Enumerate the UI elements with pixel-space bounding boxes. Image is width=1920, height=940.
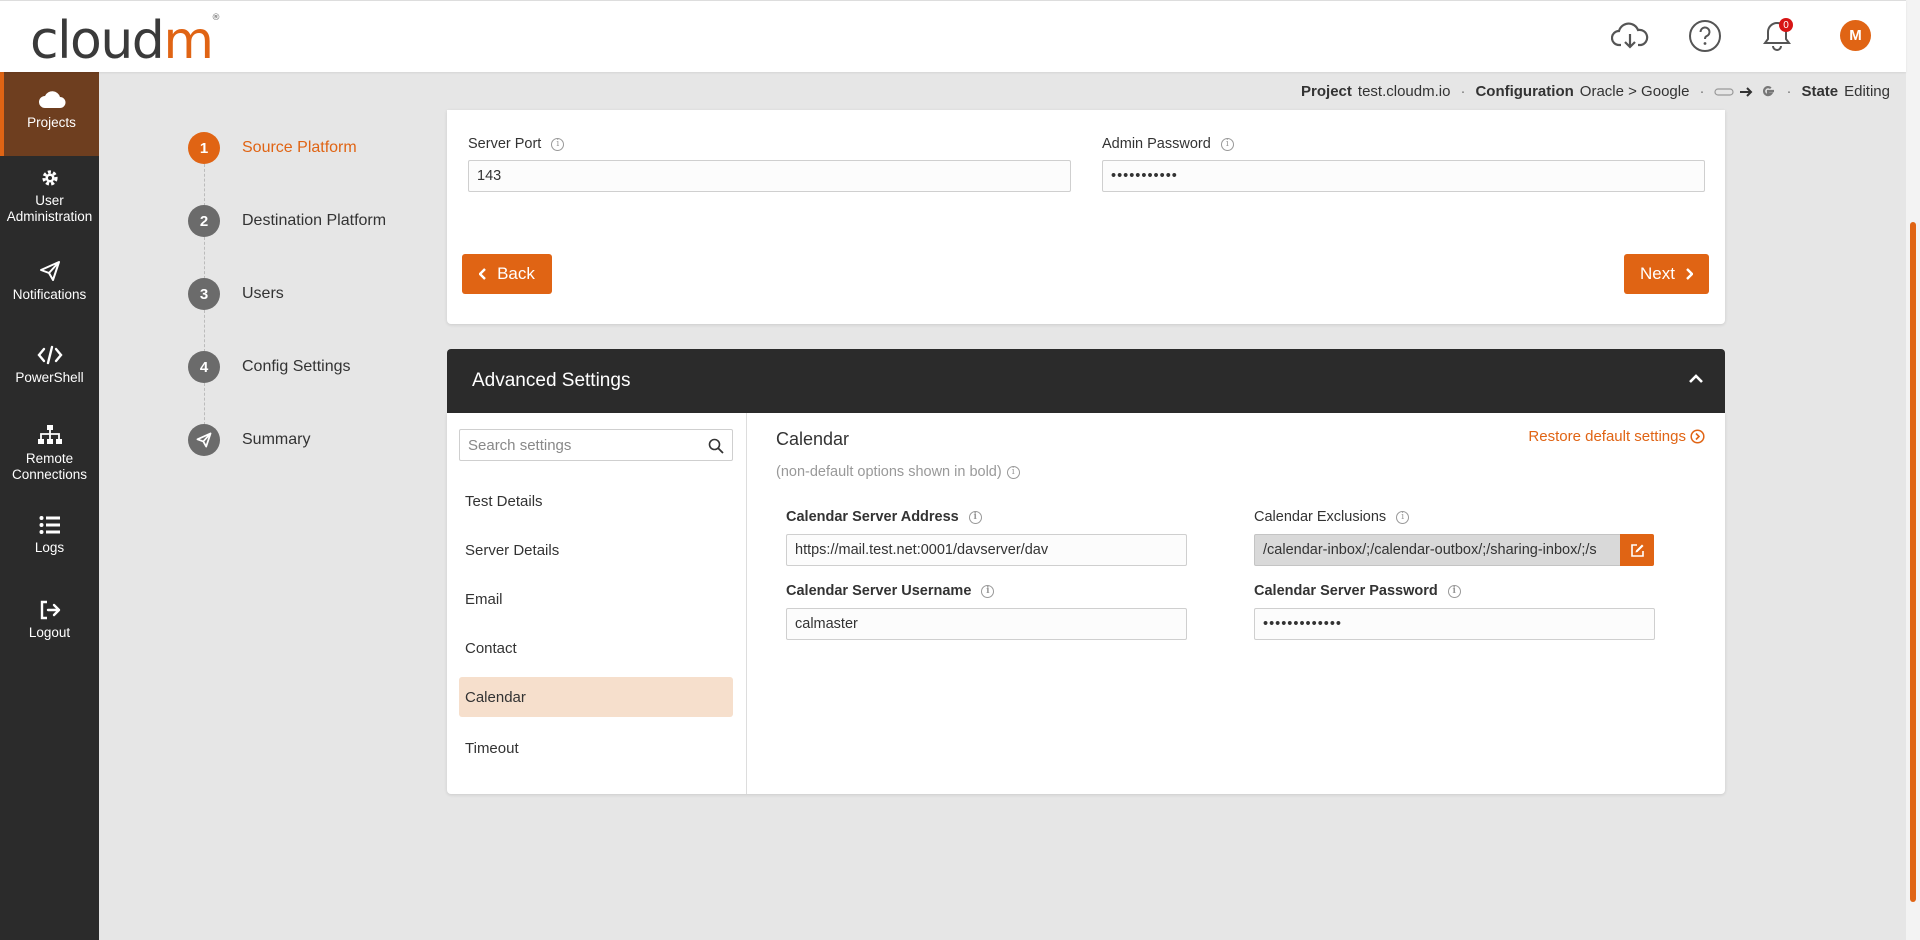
cloud-download-icon[interactable] <box>1610 18 1650 54</box>
circle-chevron-right-icon <box>1690 429 1705 444</box>
top-bar: cloudm ® 0 M <box>0 0 1906 72</box>
paper-plane-icon <box>39 261 60 281</box>
state-value: Editing <box>1844 83 1890 100</box>
calendar-server-address-label: Calendar Server Address i <box>786 509 982 525</box>
restore-defaults-link[interactable]: Restore default settings <box>1528 428 1705 445</box>
calendar-server-address-input[interactable]: https://mail.test.net:0001/davserver/dav <box>786 534 1187 566</box>
settings-item-email[interactable]: Email <box>459 579 733 619</box>
info-icon[interactable]: i <box>551 137 565 151</box>
sidebar-item-logs[interactable]: Logs <box>0 515 99 556</box>
step-label: Source Platform <box>242 139 357 156</box>
calendar-exclusions-label: Calendar Exclusions i <box>1254 509 1410 525</box>
logout-icon <box>40 600 60 620</box>
sidebar-item-label: Notifications <box>12 287 87 302</box>
sidebar-item-label: PowerShell <box>15 370 84 385</box>
advanced-settings-header[interactable]: Advanced Settings <box>447 349 1725 413</box>
step-config-settings[interactable]: 4 Config Settings <box>188 351 351 383</box>
settings-item-server-details[interactable]: Server Details <box>459 530 733 570</box>
admin-password-label: Admin Password i <box>1102 136 1234 152</box>
calendar-exclusions-input[interactable]: /calendar-inbox/;/calendar-outbox/;/shar… <box>1254 534 1621 566</box>
project-status-line: Project test.cloudm.io · Configuration O… <box>1301 83 1890 100</box>
user-avatar[interactable]: M <box>1840 20 1871 51</box>
project-value: test.cloudm.io <box>1357 83 1451 100</box>
step-label: Config Settings <box>242 358 351 375</box>
sidebar-item-label: Remote Connections <box>11 451 88 482</box>
admin-password-input[interactable]: ••••••••••• <box>1102 160 1705 192</box>
back-button[interactable]: Back <box>462 254 552 294</box>
oracle-logo-icon <box>1714 87 1735 96</box>
sidebar-item-label: Logout <box>28 625 71 640</box>
chevron-up-icon[interactable] <box>1689 374 1703 384</box>
sidebar-item-label: Logs <box>34 540 65 555</box>
step-label: Destination Platform <box>242 212 387 229</box>
settings-item-test-details[interactable]: Test Details <box>459 481 733 521</box>
info-icon[interactable]: i <box>981 584 995 598</box>
settings-item-calendar[interactable]: Calendar <box>459 677 733 717</box>
advanced-settings-title: Advanced Settings <box>472 370 631 391</box>
info-icon[interactable]: i <box>1220 137 1234 151</box>
info-icon[interactable]: i <box>1396 510 1410 524</box>
step-label: Summary <box>242 431 311 448</box>
state-label: State <box>1801 83 1839 100</box>
list-icon <box>39 516 60 534</box>
google-logo-icon <box>1763 85 1775 96</box>
edit-exclusions-button[interactable] <box>1620 534 1654 566</box>
sidebar-item-logout[interactable]: Logout <box>0 600 99 641</box>
calendar-server-username-label: Calendar Server Username i <box>786 583 995 599</box>
section-title: Calendar <box>776 429 850 449</box>
step-source-platform[interactable]: 1 Source Platform <box>188 132 357 164</box>
server-settings-card: Server Port i 143 Admin Password i •••••••… <box>447 110 1725 324</box>
network-icon <box>37 425 62 444</box>
step-number: 4 <box>188 351 220 383</box>
info-icon[interactable]: i <box>1006 465 1020 479</box>
sidebar-item-projects[interactable]: Projects <box>0 72 99 156</box>
cloudm-logo[interactable]: cloudm ® <box>30 11 220 71</box>
sidebar-item-label: Projects <box>27 115 76 130</box>
page-scrollbar-thumb[interactable] <box>1910 222 1916 902</box>
step-destination-platform[interactable]: 2 Destination Platform <box>188 205 386 237</box>
calendar-server-password-label: Calendar Server Password i <box>1254 583 1461 599</box>
step-summary[interactable]: Summary <box>188 424 310 456</box>
sidebar-item-remote-connections[interactable]: Remote Connections <box>0 424 99 482</box>
calendar-server-password-input[interactable]: ••••••••••••• <box>1254 608 1655 640</box>
sidebar: Projects User Administration Notificatio… <box>0 72 99 940</box>
sidebar-item-user-administration[interactable]: User Administration <box>0 168 99 224</box>
help-icon[interactable] <box>1685 18 1725 54</box>
non-default-note: (non-default options shown in bold) i <box>776 464 1020 480</box>
sidebar-item-notifications[interactable]: Notifications <box>0 260 99 303</box>
step-number: 1 <box>188 132 220 164</box>
search-settings-input[interactable]: Search settings <box>459 429 733 461</box>
notifications-bell-icon[interactable]: 0 <box>1757 18 1797 54</box>
settings-item-contact[interactable]: Contact <box>459 628 733 668</box>
step-users[interactable]: 3 Users <box>188 278 284 310</box>
sidebar-item-label: User Administration <box>6 193 93 224</box>
step-number: 3 <box>188 278 220 310</box>
sidebar-item-powershell[interactable]: PowerShell <box>0 345 99 386</box>
configuration-value: Oracle > Google <box>1579 83 1690 100</box>
chevron-left-icon <box>479 268 486 280</box>
paper-plane-icon <box>188 424 220 456</box>
arrow-right-icon <box>1740 86 1753 97</box>
step-number: 2 <box>188 205 220 237</box>
configuration-label: Configuration <box>1475 83 1574 100</box>
search-icon <box>708 438 724 454</box>
server-port-label: Server Port i <box>468 136 565 152</box>
edit-icon <box>1630 543 1644 557</box>
server-port-input[interactable]: 143 <box>468 160 1071 192</box>
project-label: Project <box>1301 83 1352 100</box>
cloud-icon <box>38 91 65 108</box>
step-label: Users <box>242 285 284 302</box>
gear-icon <box>41 170 58 186</box>
next-button[interactable]: Next <box>1624 254 1709 294</box>
chevron-right-icon <box>1686 268 1693 280</box>
notification-count-badge: 0 <box>1779 18 1793 32</box>
code-icon <box>36 345 63 365</box>
advanced-settings-body: Search settings Test Details Server Deta… <box>447 413 1725 794</box>
info-icon[interactable]: i <box>1447 584 1461 598</box>
info-icon[interactable]: i <box>968 510 982 524</box>
calendar-server-username-input[interactable]: calmaster <box>786 608 1187 640</box>
settings-item-timeout[interactable]: Timeout <box>459 728 733 768</box>
